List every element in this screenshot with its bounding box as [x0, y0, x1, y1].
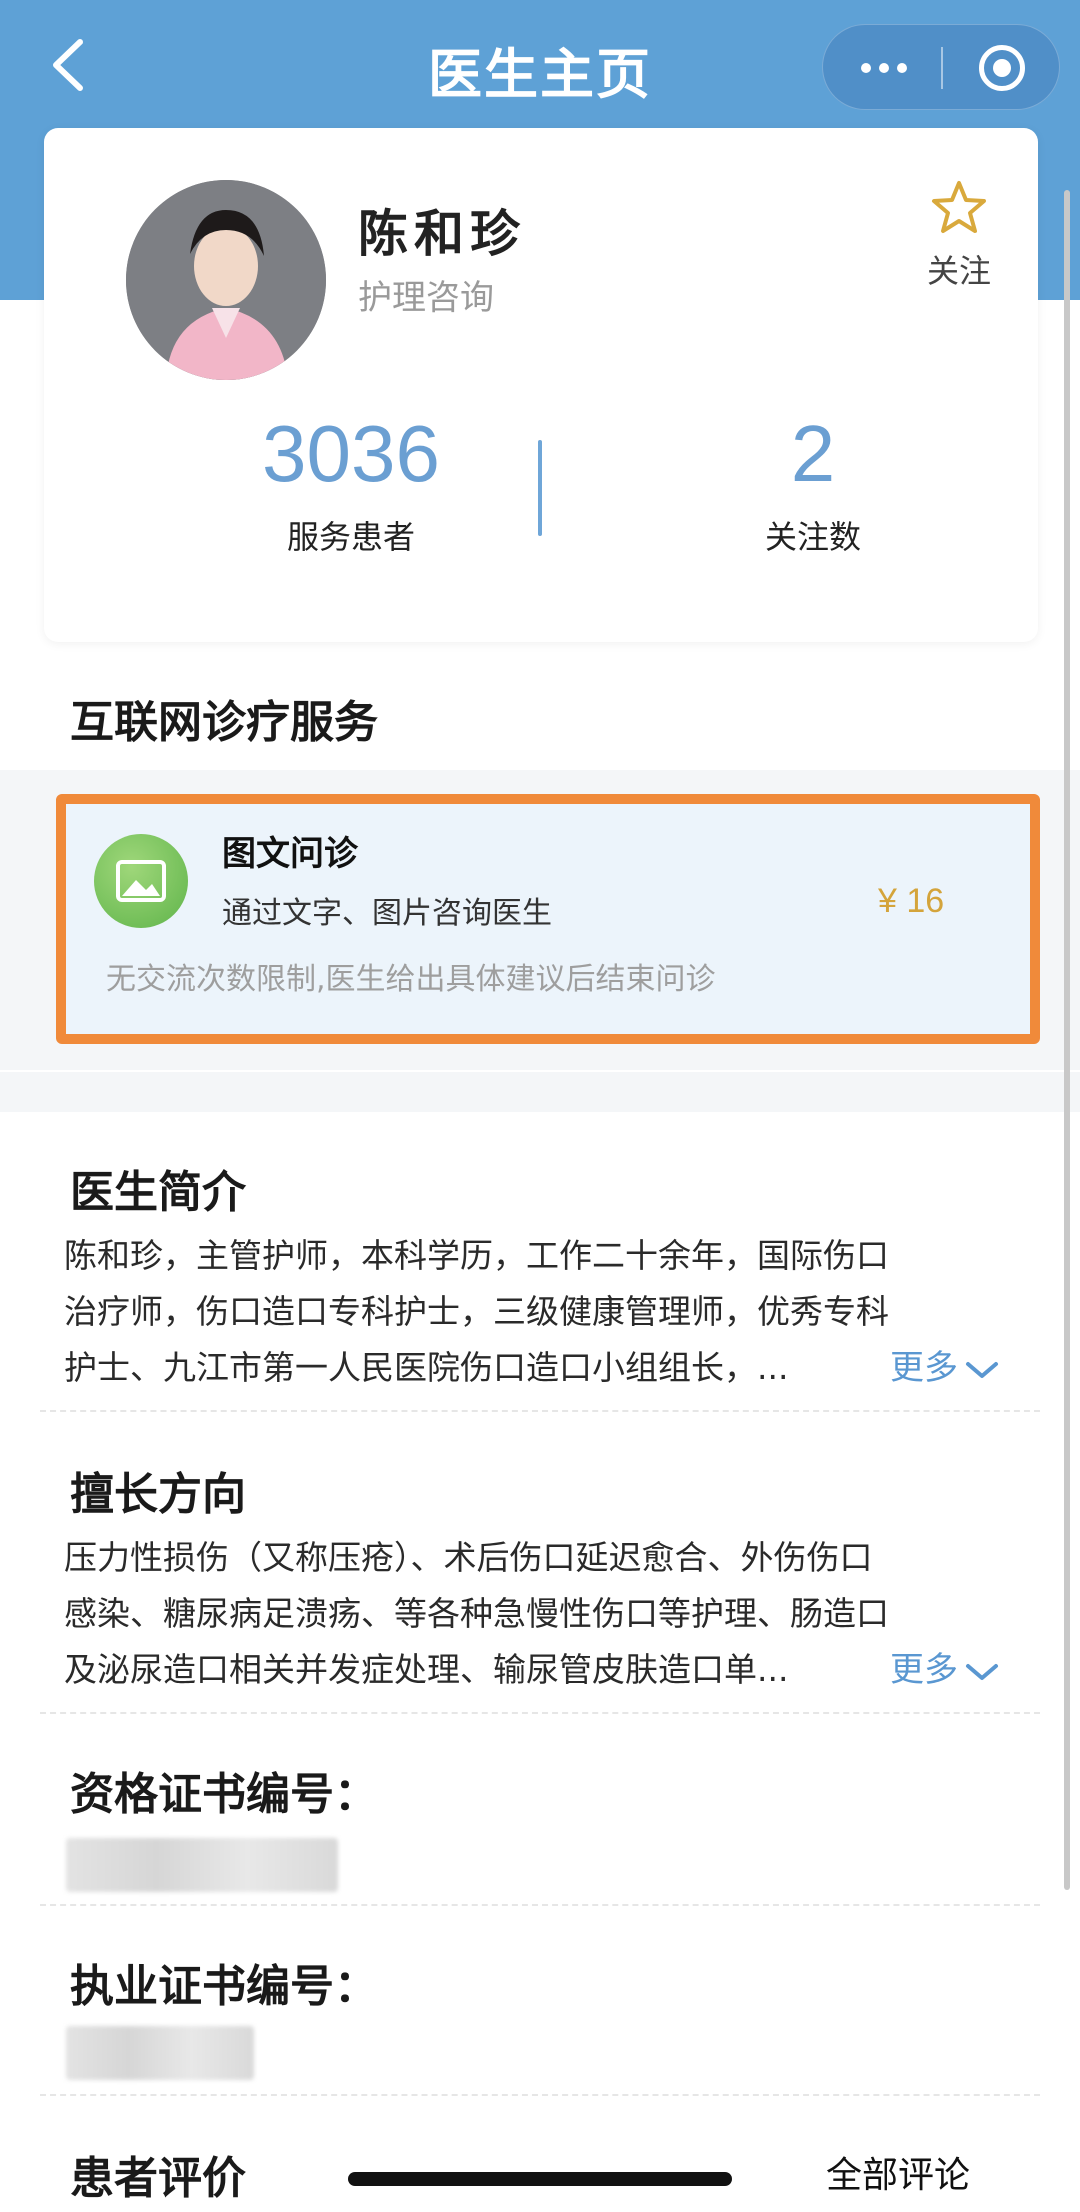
- intro-title: 医生简介: [70, 1167, 246, 1218]
- license-number-redacted: [66, 2026, 254, 2080]
- divider: [40, 1712, 1040, 1714]
- image-text-consult-card[interactable]: 图文问诊 通过文字、图片咨询医生 ¥ 16 无交流次数限制,医生给出具体建议后结…: [56, 794, 1040, 1044]
- doctor-name: 陈和珍: [358, 205, 526, 263]
- stat-divider: [538, 440, 542, 536]
- stat-value: 3036: [262, 409, 440, 498]
- qualification-title: 资格证书编号：: [70, 1769, 378, 1820]
- specialty-title: 擅长方向: [70, 1469, 246, 1520]
- stat-value: 2: [790, 409, 836, 498]
- doctor-photo-icon: [126, 180, 326, 380]
- follow-button[interactable]: 关注: [904, 180, 1014, 310]
- service-title: 图文问诊: [222, 834, 358, 874]
- intro-text: 陈和珍，主管护师，本科学历，工作二十余年，国际伤口 治疗师，伤口造口专科护士，三…: [64, 1228, 1014, 1396]
- close-miniapp-button[interactable]: [943, 25, 1061, 111]
- more-dot-icon: [897, 63, 907, 73]
- picture-icon: [116, 860, 166, 902]
- scrollbar[interactable]: [1064, 190, 1070, 1890]
- stat-label: 服务患者: [286, 518, 415, 556]
- stat-label: 关注数: [764, 518, 861, 556]
- license-title: 执业证书编号：: [70, 1961, 378, 2012]
- doctor-department: 护理咨询: [358, 278, 494, 318]
- miniapp-capsule: [822, 24, 1060, 110]
- stat-patients-served: 3036 服务患者: [186, 406, 516, 558]
- reviews-title: 患者评价: [70, 2153, 246, 2204]
- divider: [40, 2094, 1040, 2096]
- star-icon: [932, 181, 986, 233]
- doctor-profile-card: 陈和珍 护理咨询 关注 3036 服务患者 2 关注数: [44, 128, 1038, 642]
- specialty-line: 及泌尿造口相关并发症处理、输尿管皮肤造口单...: [64, 1650, 789, 1689]
- more-options-button[interactable]: [823, 25, 941, 111]
- target-dot: [993, 59, 1011, 77]
- divider: [40, 1904, 1040, 1906]
- specialty-line: 感染、糖尿病足溃疡、等各种急慢性伤口等护理、肠造口: [64, 1594, 889, 1633]
- home-indicator[interactable]: [348, 2172, 732, 2186]
- follow-label: 关注: [926, 252, 991, 290]
- section-gap: [0, 1072, 1080, 1112]
- chevron-down-icon: [966, 1663, 998, 1680]
- all-reviews-link[interactable]: 全部评论: [826, 2146, 970, 2198]
- doctor-avatar: [126, 180, 326, 380]
- qualification-number-redacted: [66, 1838, 338, 1892]
- chevron-down-icon: [966, 1361, 998, 1378]
- intro-line: 治疗师，伤口造口专科护士，三级健康管理师，优秀专科: [64, 1292, 889, 1331]
- service-section-title: 互联网诊疗服务: [70, 697, 378, 748]
- image-consult-icon: [94, 834, 188, 928]
- more-label: 更多: [890, 1650, 958, 1690]
- specialty-line: 压力性损伤（又称压疮）、术后伤口延迟愈合、外伤伤口: [64, 1538, 873, 1577]
- more-label: 更多: [890, 1348, 958, 1388]
- service-price: ¥ 16: [878, 882, 945, 920]
- intro-line: 护士、九江市第一人民医院伤口造口小组组长，...: [64, 1348, 789, 1387]
- service-note: 无交流次数限制,医生给出具体建议后结束问诊: [106, 962, 716, 997]
- more-dot-icon: [861, 63, 871, 73]
- intro-line: 陈和珍，主管护师，本科学历，工作二十余年，国际伤口: [64, 1236, 889, 1275]
- service-subtitle: 通过文字、图片咨询医生: [222, 896, 552, 931]
- divider: [40, 1410, 1040, 1412]
- stat-followers: 2 关注数: [648, 406, 978, 558]
- more-dot-icon: [879, 63, 889, 73]
- specialty-more-link[interactable]: 更多: [890, 1642, 1000, 1691]
- intro-more-link[interactable]: 更多: [890, 1340, 1000, 1389]
- specialty-text: 压力性损伤（又称压疮）、术后伤口延迟愈合、外伤伤口 感染、糖尿病足溃疡、等各种急…: [64, 1530, 1014, 1698]
